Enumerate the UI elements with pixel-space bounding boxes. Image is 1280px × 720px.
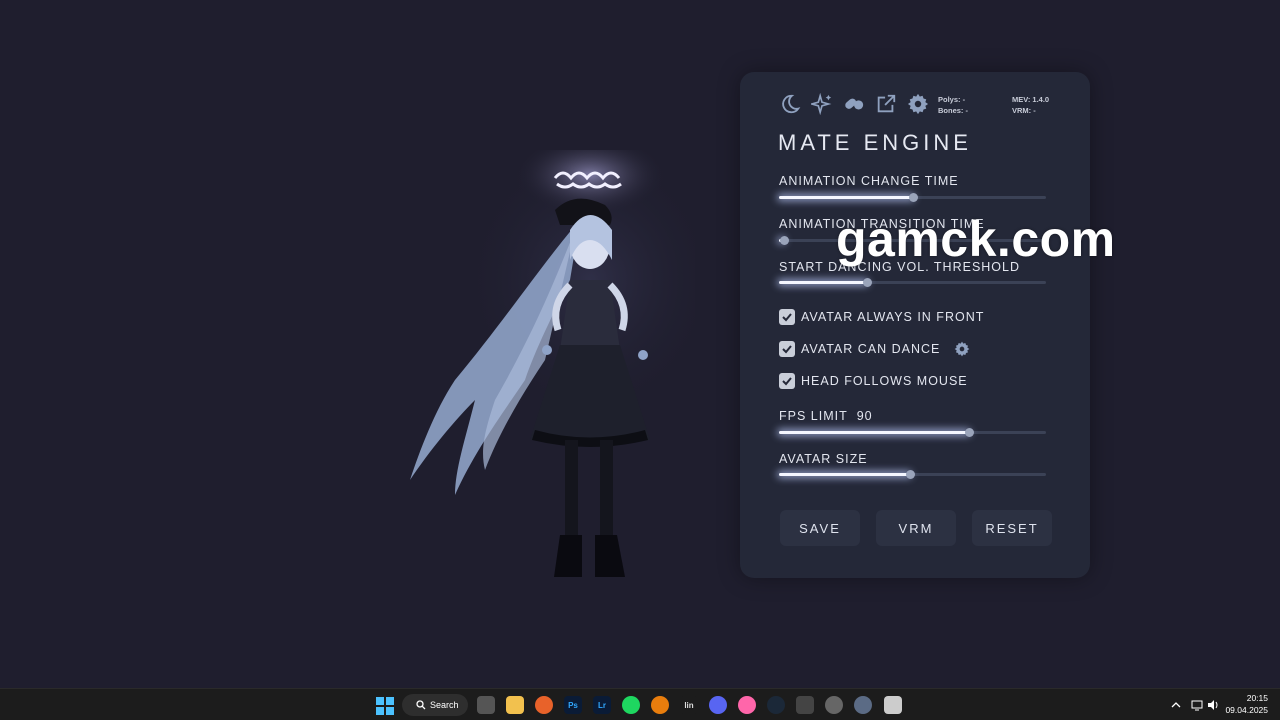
reset-button[interactable]: RESET bbox=[972, 510, 1052, 546]
slider-handle[interactable] bbox=[908, 193, 918, 202]
file-explorer-icon[interactable] bbox=[506, 696, 524, 714]
slider-handle[interactable] bbox=[964, 428, 974, 437]
osu-icon[interactable] bbox=[738, 696, 756, 714]
network-icon[interactable] bbox=[1191, 699, 1203, 711]
mate-engine-icon[interactable] bbox=[825, 696, 843, 714]
model-stats: Polys: - Bones: - bbox=[938, 94, 968, 116]
pills-icon[interactable] bbox=[842, 92, 865, 115]
checkmark-icon bbox=[782, 313, 792, 322]
polys-count: Polys: - bbox=[938, 95, 966, 104]
windows-logo-tile bbox=[376, 707, 384, 715]
head-follows-mouse-label: HEAD FOLLOWS MOUSE bbox=[801, 374, 968, 388]
external-link-icon[interactable] bbox=[874, 92, 897, 115]
panel-title: MATE ENGINE bbox=[778, 130, 972, 155]
head-follows-mouse-checkbox[interactable] bbox=[779, 373, 795, 389]
animation-change-time-slider[interactable] bbox=[779, 191, 1046, 205]
watermark: gamck.com bbox=[836, 211, 1116, 267]
avatar-illustration bbox=[410, 150, 695, 577]
search-label: Search bbox=[430, 700, 459, 710]
discord-icon[interactable] bbox=[709, 696, 727, 714]
avatar-size-label: AVATAR SIZE bbox=[779, 452, 868, 466]
taskbar: Search Ps Lr lin 20:15 09.04.2025 bbox=[0, 688, 1280, 720]
taskbar-search[interactable]: Search bbox=[402, 694, 468, 716]
settings-icon[interactable] bbox=[854, 696, 872, 714]
version-stats: MEV: 1.4.0 VRM: - bbox=[1012, 94, 1049, 116]
linear-app-icon[interactable]: lin bbox=[680, 696, 698, 714]
windows-logo-tile bbox=[386, 697, 394, 705]
slider-fill bbox=[779, 281, 868, 284]
always-in-front-option[interactable]: AVATAR ALWAYS IN FRONT bbox=[779, 309, 984, 325]
fps-limit-value: 90 bbox=[856, 409, 873, 423]
slider-fill bbox=[779, 431, 969, 434]
windows-logo-tile bbox=[376, 697, 384, 705]
can-dance-checkbox[interactable] bbox=[779, 341, 795, 357]
vrm-version: VRM: - bbox=[1012, 106, 1036, 115]
gear-icon[interactable] bbox=[906, 92, 929, 115]
windows-logo-tile bbox=[386, 707, 394, 715]
checkmark-icon bbox=[782, 345, 792, 354]
mev-version: MEV: 1.4.0 bbox=[1012, 95, 1050, 104]
blender-icon[interactable] bbox=[651, 696, 669, 714]
can-dance-option[interactable]: AVATAR CAN DANCE bbox=[779, 341, 970, 357]
slider-fill bbox=[779, 473, 910, 476]
slider-handle[interactable] bbox=[863, 278, 873, 287]
lightroom-icon[interactable]: Lr bbox=[593, 696, 611, 714]
slider-handle[interactable] bbox=[905, 470, 915, 479]
vrm-avatar[interactable] bbox=[395, 150, 695, 590]
photoshop-icon[interactable]: Ps bbox=[564, 696, 582, 714]
firefox-icon[interactable] bbox=[535, 696, 553, 714]
dance-settings-gear-icon[interactable] bbox=[954, 341, 970, 357]
can-dance-label: AVATAR CAN DANCE bbox=[801, 342, 941, 356]
start-button[interactable] bbox=[376, 697, 394, 715]
mate-engine-active-icon[interactable] bbox=[884, 696, 902, 714]
slider-handle[interactable] bbox=[780, 236, 790, 245]
vrm-button[interactable]: VRM bbox=[876, 510, 956, 546]
clock-date: 09.04.2025 bbox=[1225, 705, 1268, 715]
dance-threshold-slider[interactable] bbox=[779, 276, 1046, 290]
bones-count: Bones: - bbox=[938, 106, 968, 115]
fps-limit-text: FPS LIMIT bbox=[779, 409, 848, 423]
moon-icon[interactable] bbox=[778, 92, 801, 115]
sparkles-icon[interactable] bbox=[810, 92, 833, 115]
unity-icon[interactable] bbox=[796, 696, 814, 714]
animation-change-time-label: ANIMATION CHANGE TIME bbox=[779, 174, 959, 188]
chevron-up-icon[interactable] bbox=[1170, 699, 1182, 711]
spotify-icon[interactable] bbox=[622, 696, 640, 714]
clock-time: 20:15 bbox=[1246, 693, 1268, 703]
system-clock[interactable]: 20:15 09.04.2025 bbox=[1225, 692, 1268, 716]
save-button[interactable]: SAVE bbox=[780, 510, 860, 546]
volume-icon[interactable] bbox=[1207, 699, 1219, 711]
panel-toolbar bbox=[778, 92, 929, 115]
avatar-size-slider[interactable] bbox=[779, 468, 1046, 482]
always-in-front-label: AVATAR ALWAYS IN FRONT bbox=[801, 310, 985, 324]
checkmark-icon bbox=[782, 377, 792, 386]
fps-limit-slider[interactable] bbox=[779, 426, 1046, 440]
settings-panel: Polys: - Bones: - MEV: 1.4.0 VRM: - MATE… bbox=[740, 72, 1090, 578]
slider-fill bbox=[779, 196, 913, 199]
head-follows-mouse-option[interactable]: HEAD FOLLOWS MOUSE bbox=[779, 373, 968, 389]
fps-limit-label: FPS LIMIT 90 bbox=[779, 409, 873, 423]
steam-icon[interactable] bbox=[767, 696, 785, 714]
file-manager-icon[interactable] bbox=[477, 696, 495, 714]
always-in-front-checkbox[interactable] bbox=[779, 309, 795, 325]
search-icon bbox=[416, 700, 426, 710]
